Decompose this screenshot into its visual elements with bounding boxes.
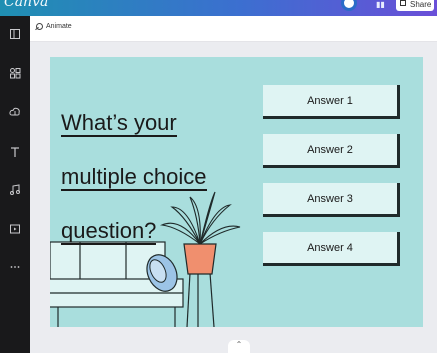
left-sidebar <box>0 16 30 353</box>
answer-option-4[interactable]: Answer 4 <box>263 232 400 266</box>
answer-label: Answer 2 <box>307 143 353 156</box>
videos-icon[interactable] <box>8 223 22 237</box>
templates-icon[interactable] <box>8 28 22 42</box>
text-icon[interactable] <box>8 146 22 160</box>
plant-stand-illustration <box>186 272 215 327</box>
chevron-up-icon: ⌃ <box>235 340 243 349</box>
canva-logo[interactable]: Canva <box>4 0 48 10</box>
answer-label: Answer 1 <box>307 94 353 107</box>
elements-icon[interactable] <box>8 67 22 81</box>
share-label: Share <box>410 0 432 9</box>
question-line-1: What’s your <box>61 110 177 137</box>
animate-button[interactable]: Animate <box>36 23 72 30</box>
question-line-3: question? <box>61 218 157 245</box>
uploads-icon[interactable] <box>8 106 22 120</box>
answer-option-1[interactable]: Answer 1 <box>263 85 400 119</box>
answer-option-3[interactable]: Answer 3 <box>263 183 400 217</box>
question-heading[interactable]: What’s your multiple choice question? <box>61 82 231 245</box>
editor-toolbar: Animate <box>30 16 437 42</box>
answer-label: Answer 3 <box>307 192 353 205</box>
slide-canvas[interactable]: What’s your multiple choice question? An… <box>50 57 423 327</box>
more-icon[interactable] <box>8 261 22 275</box>
audio-icon[interactable] <box>8 184 22 198</box>
top-bar: Canva ▮▮ Share <box>0 0 437 16</box>
animate-label: Animate <box>46 23 72 30</box>
answer-label: Answer 4 <box>307 241 353 254</box>
canvas-workspace: What’s your multiple choice question? An… <box>30 42 437 353</box>
question-line-2: multiple choice <box>61 164 207 191</box>
plant-pot-illustration <box>183 243 217 275</box>
share-button[interactable]: Share <box>396 0 434 11</box>
pages-expand-tab[interactable]: ⌃ <box>228 340 250 353</box>
share-icon <box>400 0 406 6</box>
user-avatar[interactable] <box>341 0 357 11</box>
animate-icon <box>36 23 43 30</box>
answer-option-2[interactable]: Answer 2 <box>263 134 400 168</box>
analytics-icon[interactable]: ▮▮ <box>376 0 385 9</box>
